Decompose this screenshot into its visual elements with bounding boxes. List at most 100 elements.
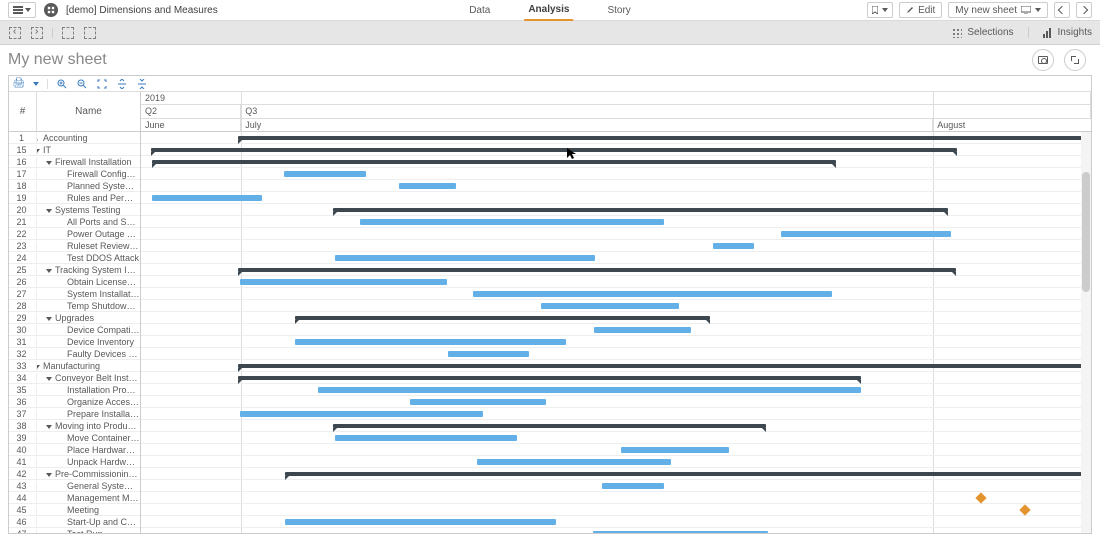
task-bar[interactable]	[781, 231, 951, 237]
task-bar[interactable]	[448, 351, 529, 357]
table-row[interactable]: 23Ruleset Review If Needed	[9, 240, 140, 252]
table-row[interactable]: 25Tracking System Installation	[9, 264, 140, 276]
zoom-out-button[interactable]	[76, 78, 88, 90]
table-row[interactable]: 44Management Meeting	[9, 492, 140, 504]
smart-search-button[interactable]	[83, 26, 97, 40]
table-row[interactable]: 22Power Outage Tests	[9, 228, 140, 240]
task-bar[interactable]	[295, 339, 566, 345]
table-row[interactable]: 45Meeting	[9, 504, 140, 516]
vertical-scrollbar[interactable]	[1081, 132, 1091, 533]
gantt-object[interactable]: 🖨 # Name 1Accounting15IT16Firewall Insta…	[8, 75, 1092, 534]
prev-sheet-button[interactable]	[1054, 2, 1070, 18]
table-row[interactable]: 36Organize Access for Vendors	[9, 396, 140, 408]
table-row[interactable]: 32Faulty Devices Check	[9, 348, 140, 360]
table-row[interactable]: 46Start-Up and Commissioning	[9, 516, 140, 528]
caret-down-icon[interactable]	[46, 425, 52, 429]
step-forward-button[interactable]	[30, 26, 44, 40]
menu-button[interactable]	[8, 2, 36, 18]
task-bar[interactable]	[240, 411, 483, 417]
task-bar[interactable]	[152, 195, 261, 201]
table-row[interactable]: 26Obtain Licenses from the Vendor	[9, 276, 140, 288]
expand-all-button[interactable]	[116, 78, 128, 90]
summary-bar[interactable]	[151, 148, 958, 152]
table-row[interactable]: 34Conveyor Belt Installation	[9, 372, 140, 384]
task-bar[interactable]	[473, 291, 832, 297]
task-bar[interactable]	[335, 255, 595, 261]
task-bar[interactable]	[594, 327, 691, 333]
task-bar[interactable]	[541, 303, 679, 309]
task-bar[interactable]	[399, 183, 456, 189]
caret-down-icon[interactable]	[46, 161, 52, 165]
caret-down-icon[interactable]	[46, 269, 52, 273]
table-row[interactable]: 41Unpack Hardware and Move Inside	[9, 456, 140, 468]
nav-data[interactable]: Data	[465, 0, 494, 21]
table-row[interactable]: 33Manufacturing	[9, 360, 140, 372]
table-row[interactable]: 18Planned System Restart	[9, 180, 140, 192]
task-bar[interactable]	[713, 243, 754, 249]
summary-bar[interactable]	[238, 268, 956, 272]
col-name-header[interactable]: Name	[37, 92, 140, 131]
table-row[interactable]: 43General Systems Overview	[9, 480, 140, 492]
table-row[interactable]: 19Rules and Permissions Audit	[9, 192, 140, 204]
caret-down-icon[interactable]	[46, 377, 52, 381]
summary-bar[interactable]	[238, 376, 861, 380]
summary-bar[interactable]	[238, 364, 1088, 368]
caret-down-icon[interactable]	[37, 149, 40, 153]
task-bar[interactable]	[360, 219, 664, 225]
table-row[interactable]: 24Test DDOS Attack	[9, 252, 140, 264]
summary-bar[interactable]	[152, 160, 836, 164]
table-row[interactable]: 21All Ports and Services Testing	[9, 216, 140, 228]
table-row[interactable]: 15IT	[9, 144, 140, 156]
caret-down-icon[interactable]	[37, 365, 40, 369]
table-row[interactable]: 35Installation Process Overview	[9, 384, 140, 396]
step-back-button[interactable]	[8, 26, 22, 40]
table-row[interactable]: 42Pre-Commissioning Activities	[9, 468, 140, 480]
task-bar[interactable]	[410, 399, 546, 405]
nav-story[interactable]: Story	[603, 0, 634, 21]
summary-bar[interactable]	[285, 472, 1088, 476]
print-button[interactable]: 🖨	[13, 78, 25, 90]
task-bar[interactable]	[477, 459, 671, 465]
next-sheet-button[interactable]	[1076, 2, 1092, 18]
insights-button[interactable]: Insights	[1028, 27, 1092, 38]
fullscreen-button[interactable]	[1064, 49, 1086, 71]
table-row[interactable]: 1Accounting	[9, 132, 140, 144]
table-row[interactable]: 39Move Containers from Storage	[9, 432, 140, 444]
summary-bar[interactable]	[333, 424, 766, 428]
summary-bar[interactable]	[238, 136, 1088, 140]
table-row[interactable]: 38Moving into Production Facility	[9, 420, 140, 432]
task-bar[interactable]	[240, 279, 447, 285]
table-row[interactable]: 16Firewall Installation	[9, 156, 140, 168]
clear-selections-button[interactable]	[61, 26, 75, 40]
caret-down-icon[interactable]	[46, 473, 52, 477]
caret-down-icon[interactable]	[46, 209, 52, 213]
task-bar[interactable]	[621, 447, 729, 453]
table-row[interactable]: 17Firewall Configuration	[9, 168, 140, 180]
task-bar[interactable]	[593, 531, 768, 533]
milestone-diamond[interactable]	[975, 492, 986, 503]
collapse-all-button[interactable]	[136, 78, 148, 90]
table-row[interactable]: 29Upgrades	[9, 312, 140, 324]
bookmarks-button[interactable]	[867, 2, 893, 18]
table-row[interactable]: 30Device Compatibility Review	[9, 324, 140, 336]
zoom-in-button[interactable]	[56, 78, 68, 90]
task-bar[interactable]	[285, 519, 556, 525]
zoom-fit-button[interactable]	[96, 78, 108, 90]
col-number-header[interactable]: #	[9, 92, 37, 131]
task-bar[interactable]	[318, 387, 861, 393]
scrollbar-thumb[interactable]	[1082, 172, 1090, 292]
task-bar[interactable]	[335, 435, 517, 441]
gantt-timeline[interactable]: 2019 Q2 Q3 June July August	[141, 92, 1091, 533]
caret-right-icon[interactable]	[37, 137, 41, 143]
table-row[interactable]: 28Temp Shutdown for IT Audit	[9, 300, 140, 312]
edit-button[interactable]: Edit	[899, 2, 942, 18]
caret-down-icon[interactable]	[46, 317, 52, 321]
table-row[interactable]: 47Test Run	[9, 528, 140, 533]
milestone-diamond[interactable]	[1019, 504, 1030, 515]
nav-analysis[interactable]: Analysis	[524, 0, 573, 21]
summary-bar[interactable]	[333, 208, 948, 212]
snapshot-button[interactable]	[1032, 49, 1054, 71]
table-row[interactable]: 20Systems Testing	[9, 204, 140, 216]
task-bar[interactable]	[284, 171, 367, 177]
selections-tool-button[interactable]: Selections	[952, 27, 1013, 38]
